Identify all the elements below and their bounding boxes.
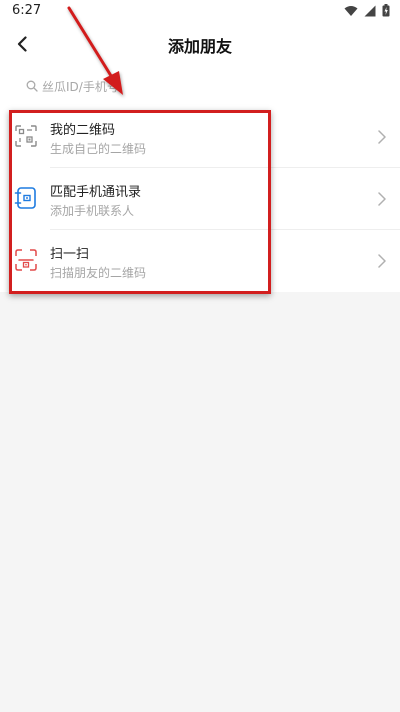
signal-icon <box>364 5 376 16</box>
my-qr-code-subtitle: 生成自己的二维码 <box>50 142 147 156</box>
my-qr-code-title: 我的二维码 <box>50 123 116 138</box>
search-input[interactable]: 丝瓜ID/手机号 <box>26 75 186 97</box>
status-time: 6:27 <box>12 3 42 18</box>
my-qr-code-item[interactable]: 我的二维码 生成自己的二维码 <box>0 106 400 168</box>
search-placeholder: 丝瓜ID/手机号 <box>42 79 119 94</box>
search-area: 丝瓜ID/手机号 <box>0 66 400 106</box>
chevron-right-icon <box>378 254 386 268</box>
scan-subtitle: 扫描朋友的二维码 <box>50 266 147 280</box>
match-contacts-item[interactable]: 匹配手机通讯录 添加手机联系人 <box>0 168 400 230</box>
match-contacts-title: 匹配手机通讯录 <box>50 185 142 200</box>
add-friend-options-list: 我的二维码 生成自己的二维码 匹配手机通讯录 添加手机联系人 扫一扫 扫描朋友的… <box>0 106 400 292</box>
header: 添加朋友 <box>0 22 400 66</box>
match-contacts-subtitle: 添加手机联系人 <box>50 204 135 218</box>
qr-code-icon <box>15 125 37 147</box>
page-title: 添加朋友 <box>167 37 232 56</box>
status-bar: 6:27 <box>0 0 400 22</box>
scan-icon <box>15 249 37 271</box>
chevron-right-icon <box>378 130 386 144</box>
scan-title: 扫一扫 <box>50 247 90 262</box>
scan-item[interactable]: 扫一扫 扫描朋友的二维码 <box>0 230 400 292</box>
battery-icon <box>382 4 390 17</box>
wifi-icon <box>344 5 358 16</box>
chevron-right-icon <box>378 192 386 206</box>
contacts-icon <box>14 187 36 209</box>
status-icons <box>344 4 390 17</box>
search-icon <box>26 80 38 92</box>
